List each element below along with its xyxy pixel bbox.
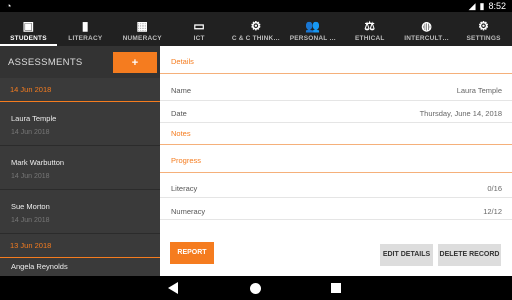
list-item[interactable]: Laura Temple 14 Jun 2018 (0, 102, 160, 146)
list-item[interactable]: Angela Reynolds (0, 258, 160, 276)
numeracy-label: Numeracy (171, 207, 206, 216)
home-icon[interactable] (250, 283, 261, 294)
tab-label: PERSONAL … (289, 35, 337, 42)
gears-icon: ⚙ (250, 19, 262, 33)
name-value: Laura Temple (456, 86, 502, 95)
sidebar-title: ASSESSMENTS (8, 57, 83, 68)
back-icon[interactable] (168, 282, 178, 294)
wifi-icon: ◔ (6, 1, 12, 11)
top-tab-bar: ▣ STUDENTS ▮ LITERACY ▦ NUMERACY ▭ ICT ⚙… (0, 12, 512, 46)
list-item[interactable]: Sue Morton 14 Jun 2018 (0, 190, 160, 234)
divider (160, 219, 512, 220)
assessment-date: 14 Jun 2018 (11, 217, 50, 224)
student-name: Sue Morton (11, 202, 50, 211)
literacy-label: Literacy (171, 184, 198, 193)
tab-label: ETHICAL (355, 35, 385, 42)
literacy-progress: 0/16 (487, 184, 502, 193)
student-name: Mark Warbutton (11, 158, 65, 167)
numeracy-progress: 12/12 (483, 207, 502, 216)
divider (160, 122, 512, 123)
student-name: Angela Reynolds (11, 262, 68, 271)
recents-icon[interactable] (331, 283, 341, 293)
assessment-date: 14 Jun 2018 (11, 129, 50, 136)
clock: 8:52 (488, 1, 506, 11)
report-button[interactable]: REPORT (170, 242, 214, 264)
tab-students[interactable]: ▣ STUDENTS (0, 12, 57, 46)
tab-label: ICT (193, 35, 205, 42)
tab-label: STUDENTS (10, 35, 47, 42)
sidebar-header: ASSESSMENTS + (0, 46, 160, 78)
date-group-header: 13 Jun 2018 (0, 234, 160, 258)
tab-label: C & C THINK… (231, 35, 281, 42)
tab-critical-creative-thinking[interactable]: ⚙ C & C THINK… (228, 12, 285, 46)
people-icon: 👥 (305, 19, 321, 33)
status-bar: ◔ ◢ ▮ 8:52 (0, 0, 512, 12)
globe-icon: ◍ (421, 19, 433, 33)
divider (160, 197, 512, 198)
details-section-label: Details (171, 57, 194, 66)
tab-settings[interactable]: ⚙ SETTINGS (455, 12, 512, 46)
assessment-detail-panel: Details Name Laura Temple Date Thursday,… (160, 46, 512, 276)
divider (160, 100, 512, 101)
date-value: Thursday, June 14, 2018 (419, 109, 502, 118)
tab-label: INTERCULT… (404, 35, 450, 42)
id-card-icon: ▣ (22, 19, 35, 33)
delete-record-button[interactable]: DELETE RECORD (438, 244, 501, 266)
date-group-header: 14 Jun 2018 (0, 78, 160, 102)
tab-ict[interactable]: ▭ ICT (171, 12, 228, 46)
name-label: Name (171, 86, 192, 95)
list-item[interactable]: Mark Warbutton 14 Jun 2018 (0, 146, 160, 190)
tab-ethical[interactable]: ⚖ ETHICAL (341, 12, 398, 46)
signal-icon: ◢ (468, 0, 476, 11)
divider (160, 172, 512, 173)
monitor-icon: ▭ (193, 19, 205, 33)
add-assessment-button[interactable]: + (113, 52, 157, 73)
system-nav-bar (0, 276, 512, 300)
scales-icon: ⚖ (364, 19, 376, 33)
divider (160, 73, 512, 74)
student-name: Laura Temple (11, 114, 57, 123)
tab-personal[interactable]: 👥 PERSONAL … (284, 12, 341, 46)
tab-numeracy[interactable]: ▦ NUMERACY (114, 12, 171, 46)
assessments-sidebar: ASSESSMENTS + 14 Jun 2018 Laura Temple 1… (0, 46, 160, 276)
tab-label: LITERACY (68, 35, 103, 42)
calculator-icon: ▦ (136, 19, 148, 33)
edit-details-button[interactable]: EDIT DETAILS (380, 244, 433, 266)
notes-section-label[interactable]: Notes (171, 129, 191, 138)
tab-literacy[interactable]: ▮ LITERACY (57, 12, 114, 46)
gear-icon: ⚙ (478, 19, 490, 33)
tab-intercultural[interactable]: ◍ INTERCULT… (398, 12, 455, 46)
progress-section-label: Progress (171, 156, 202, 165)
book-icon: ▮ (81, 19, 89, 33)
divider (160, 144, 512, 145)
tab-label: SETTINGS (466, 35, 501, 42)
tab-label: NUMERACY (122, 35, 162, 42)
assessment-date: 14 Jun 2018 (11, 173, 50, 180)
battery-icon: ▮ (479, 0, 485, 11)
date-label: Date (171, 109, 187, 118)
